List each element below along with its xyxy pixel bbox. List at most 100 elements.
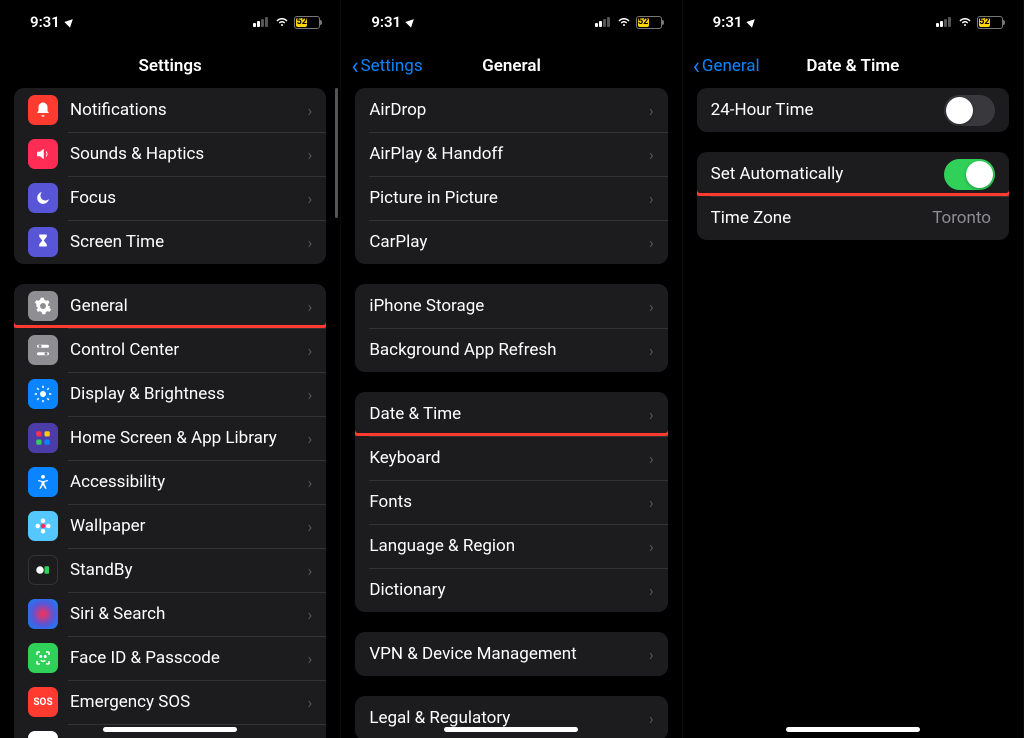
- home-indicator[interactable]: [786, 727, 920, 732]
- chevron-right-icon: ›: [308, 605, 313, 624]
- row-label: Control Center: [70, 340, 308, 360]
- row-notifications[interactable]: Notifications ›: [14, 88, 326, 132]
- row-label: Legal & Regulatory: [369, 708, 649, 728]
- row-background-app-refresh[interactable]: Background App Refresh›: [355, 328, 667, 372]
- nav-header: ‹ General Date & Time: [683, 44, 1023, 88]
- row-time-zone[interactable]: Time Zone Toronto: [697, 196, 1009, 240]
- chevron-right-icon: ›: [308, 297, 313, 316]
- chevron-right-icon: ›: [649, 405, 654, 424]
- moon-icon: [28, 183, 58, 213]
- toggle-knob: [946, 97, 973, 124]
- chevron-right-icon: ›: [649, 537, 654, 556]
- siri-icon: [28, 599, 58, 629]
- row-label: iPhone Storage: [369, 296, 649, 316]
- row-label: Language & Region: [369, 536, 649, 556]
- battery-icon: 52: [636, 16, 662, 29]
- nav-header: Settings: [0, 44, 340, 88]
- row-carplay[interactable]: CarPlay›: [355, 220, 667, 264]
- back-button[interactable]: ‹ General: [693, 52, 760, 80]
- flower-icon: [28, 511, 58, 541]
- signal-icon: [936, 17, 951, 27]
- row-keyboard[interactable]: Keyboard›: [355, 436, 667, 480]
- content-date-time: 24-Hour Time Set Automatically Time Zone…: [683, 88, 1023, 738]
- nav-header: ‹ Settings General: [341, 44, 681, 88]
- grid-icon: [28, 423, 58, 453]
- toggle-set-automatically[interactable]: [944, 159, 995, 190]
- chevron-right-icon: ›: [308, 189, 313, 208]
- chevron-right-icon: ›: [649, 233, 654, 252]
- row-sounds-haptics[interactable]: Sounds & Haptics ›: [14, 132, 326, 176]
- back-button[interactable]: ‹ Settings: [351, 52, 422, 80]
- chevron-right-icon: ›: [649, 145, 654, 164]
- status-bar: 9:31 52: [683, 0, 1023, 44]
- section-set-auto: Set Automatically Time Zone Toronto: [697, 152, 1009, 240]
- section-vpn-group: VPN & Device Management›: [355, 632, 667, 676]
- row-label: Fonts: [369, 492, 649, 512]
- row-label: General: [70, 296, 308, 316]
- person-icon: [28, 467, 58, 497]
- chevron-right-icon: ›: [308, 429, 313, 448]
- row-focus[interactable]: Focus ›: [14, 176, 326, 220]
- battery-icon: 52: [977, 16, 1003, 29]
- row-picture-in-picture[interactable]: Picture in Picture›: [355, 176, 667, 220]
- row-language-region[interactable]: Language & Region›: [355, 524, 667, 568]
- row-wallpaper[interactable]: Wallpaper ›: [14, 504, 326, 548]
- chevron-right-icon: ›: [649, 645, 654, 664]
- section-24hour: 24-Hour Time: [697, 88, 1009, 132]
- status-right: 52: [595, 13, 662, 31]
- row-date-time[interactable]: Date & Time›: [355, 392, 667, 436]
- chevron-right-icon: ›: [649, 297, 654, 316]
- standby-icon: [28, 555, 58, 585]
- face-icon: [28, 643, 58, 673]
- back-label: General: [702, 56, 760, 76]
- row-siri-search[interactable]: Siri & Search ›: [14, 592, 326, 636]
- row-iphone-storage[interactable]: iPhone Storage›: [355, 284, 667, 328]
- row-label: Picture in Picture: [369, 188, 649, 208]
- chevron-right-icon: ›: [308, 341, 313, 360]
- battery-icon: 52: [294, 16, 320, 29]
- chevron-right-icon: ›: [649, 101, 654, 120]
- battery-level: 52: [979, 18, 990, 27]
- row-control-center[interactable]: Control Center ›: [14, 328, 326, 372]
- wifi-icon: [957, 13, 973, 31]
- row-label: Set Automatically: [711, 164, 944, 184]
- row-dictionary[interactable]: Dictionary›: [355, 568, 667, 612]
- chevron-right-icon: ›: [649, 581, 654, 600]
- status-left: 9:31: [713, 13, 757, 31]
- page-title: Settings: [139, 56, 202, 76]
- row-standby[interactable]: StandBy ›: [14, 548, 326, 592]
- scroll-indicator[interactable]: [335, 88, 338, 218]
- row-vpn-device-management[interactable]: VPN & Device Management›: [355, 632, 667, 676]
- home-indicator[interactable]: [444, 727, 578, 732]
- row-general[interactable]: General ›: [14, 284, 326, 328]
- location-icon: [405, 16, 416, 27]
- speaker-icon: [28, 139, 58, 169]
- location-icon: [64, 16, 75, 27]
- row-fonts[interactable]: Fonts›: [355, 480, 667, 524]
- row-airdrop[interactable]: AirDrop›: [355, 88, 667, 132]
- section-airdrop-group: AirDrop› AirPlay & Handoff› Picture in P…: [355, 88, 667, 264]
- sun-icon: [28, 379, 58, 409]
- row-label: Screen Time: [70, 232, 308, 252]
- row-home-screen[interactable]: Home Screen & App Library ›: [14, 416, 326, 460]
- row-label: Date & Time: [369, 404, 649, 424]
- row-face-id[interactable]: Face ID & Passcode ›: [14, 636, 326, 680]
- row-airplay-handoff[interactable]: AirPlay & Handoff›: [355, 132, 667, 176]
- row-emergency-sos[interactable]: SOS Emergency SOS ›: [14, 680, 326, 724]
- bell-icon: [28, 95, 58, 125]
- row-screen-time[interactable]: Screen Time ›: [14, 220, 326, 264]
- sos-icon: SOS: [28, 687, 58, 717]
- toggle-24-hour[interactable]: [944, 95, 995, 126]
- phone-settings: 9:31 52 Settings Notifications › Sounds …: [0, 0, 341, 738]
- toggle-knob: [966, 161, 993, 188]
- row-label: Sounds & Haptics: [70, 144, 308, 164]
- section-date-time-group: Date & Time› Keyboard› Fonts› Language &…: [355, 392, 667, 612]
- row-label: CarPlay: [369, 232, 649, 252]
- home-indicator[interactable]: [103, 727, 237, 732]
- status-time: 9:31: [713, 13, 743, 31]
- row-accessibility[interactable]: Accessibility ›: [14, 460, 326, 504]
- chevron-left-icon: ‹: [693, 52, 700, 80]
- row-display-brightness[interactable]: Display & Brightness ›: [14, 372, 326, 416]
- row-label: Focus: [70, 188, 308, 208]
- section-notifications-group: Notifications › Sounds & Haptics › Focus…: [14, 88, 326, 264]
